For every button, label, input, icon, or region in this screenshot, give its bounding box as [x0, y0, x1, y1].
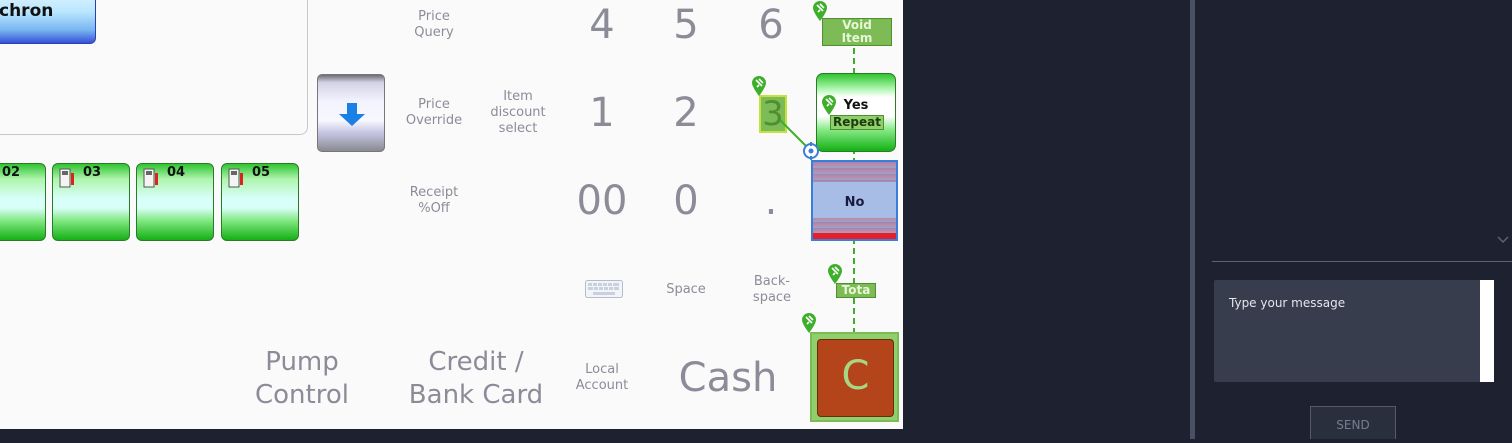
key-0[interactable]: 0: [656, 181, 716, 221]
fuel-pump-icon: [143, 168, 158, 188]
clear-label: C: [841, 353, 870, 399]
void-item-button[interactable]: Void Item: [822, 18, 892, 46]
clear-button[interactable]: C: [817, 339, 894, 417]
chat-input-placeholder: Type your message: [1229, 296, 1346, 310]
transaction-panel: [0, 0, 308, 135]
pin-icon: [813, 1, 827, 21]
pin-icon: [752, 76, 766, 96]
backspace-button[interactable]: Back- space: [741, 274, 803, 306]
pin-icon: [828, 264, 842, 284]
credit-bank-card-button[interactable]: Credit / Bank Card: [398, 346, 554, 412]
receipt-percent-off-button[interactable]: Receipt %Off: [398, 185, 470, 217]
pump-tile-04[interactable]: 04: [136, 163, 214, 241]
no-label: No: [844, 195, 865, 210]
pump-number: 04: [167, 165, 186, 180]
key-5[interactable]: 5: [656, 5, 716, 45]
cash-button[interactable]: Cash: [670, 358, 786, 398]
key-1[interactable]: 1: [572, 93, 632, 133]
key-6[interactable]: 6: [741, 5, 801, 45]
pump-control-button[interactable]: Pump Control: [240, 346, 364, 412]
fuel-pump-icon: [228, 168, 243, 188]
chat-separator: [1212, 261, 1512, 262]
pump-number: 03: [83, 165, 102, 180]
pin-icon: [802, 313, 816, 333]
pump-tile-02[interactable]: 02: [0, 163, 46, 241]
pump-number: 05: [252, 165, 271, 180]
panel-divider[interactable]: [1190, 0, 1195, 439]
pos-panel: chron 02 03 04 05 Price Query Price Over…: [0, 0, 903, 429]
pin-icon: [822, 95, 836, 115]
down-arrow-icon: [339, 103, 365, 126]
scroll-down-button[interactable]: [317, 74, 385, 152]
chevron-down-icon[interactable]: [1496, 235, 1510, 245]
pump-number: 02: [2, 165, 21, 180]
no-button-bottom-strip: [813, 233, 896, 239]
local-account-button[interactable]: Local Account: [566, 362, 638, 394]
pump-tile-03[interactable]: 03: [52, 163, 130, 241]
pump-tile-05[interactable]: 05: [221, 163, 299, 241]
crosshair-target-icon: [803, 142, 819, 160]
price-override-button[interactable]: Price Override: [398, 97, 470, 129]
total-button[interactable]: Tota: [836, 283, 876, 298]
key-decimal[interactable]: .: [741, 181, 801, 221]
key-4[interactable]: 4: [572, 5, 632, 45]
fuel-pump-icon: [59, 168, 74, 188]
item-discount-select-button[interactable]: Item discount select: [480, 89, 556, 137]
space-button[interactable]: Space: [656, 282, 716, 298]
chat-message-input[interactable]: Type your message: [1214, 280, 1494, 382]
chat-input-scrollbar[interactable]: [1480, 280, 1494, 382]
send-button[interactable]: SEND: [1310, 406, 1396, 439]
key-00[interactable]: 00: [572, 181, 632, 221]
keyboard-icon[interactable]: [585, 280, 623, 298]
key-2[interactable]: 2: [656, 93, 716, 133]
price-query-button[interactable]: Price Query: [398, 9, 470, 41]
